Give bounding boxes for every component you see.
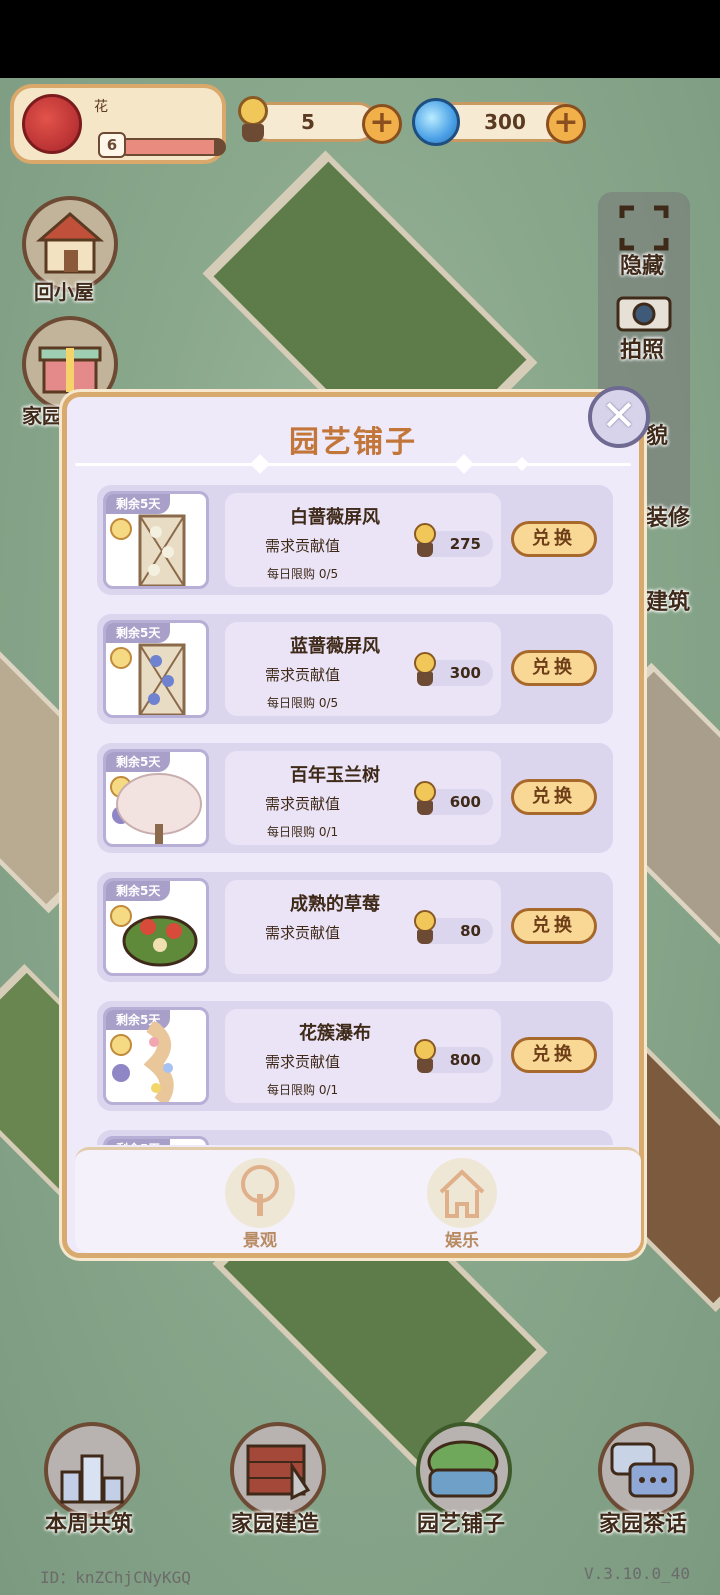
modal-title: 园艺铺子 xyxy=(289,425,417,460)
redeem-button[interactable]: 兑换 xyxy=(511,908,597,944)
nav-garden-shop-label: 园艺铺子 xyxy=(416,1512,505,1537)
title-divider xyxy=(75,463,631,466)
nav-home-building-label: 家园建造 xyxy=(230,1512,319,1537)
item-requirement: 需求贡献值 xyxy=(265,1053,341,1071)
close-button[interactable]: ✕ xyxy=(588,386,650,448)
shop-item[interactable]: 剩余5天 白蔷薇屏风 需求贡献值 每日限购 0/5 275 兑换 xyxy=(97,485,613,595)
rose-screen-icon xyxy=(138,514,186,586)
nav-home-chat-label: 家园茶话 xyxy=(598,1512,687,1537)
redeem-button[interactable]: 兑换 xyxy=(511,650,597,686)
daily-limit: 每日限购 0/1 xyxy=(267,825,339,839)
category-tabs: 景观 娱乐 xyxy=(75,1147,641,1253)
item-requirement: 需求贡献值 xyxy=(265,666,341,684)
tab-entertainment[interactable]: 娱乐 xyxy=(417,1158,507,1251)
item-price: 275 xyxy=(449,535,481,553)
decorate-label[interactable]: 装修 xyxy=(646,500,690,532)
item-thumbnail: 剩余5天 xyxy=(103,749,209,847)
tab-landscape-label: 景观 xyxy=(243,1231,277,1251)
item-price: 800 xyxy=(449,1051,481,1069)
chat-icon xyxy=(610,1442,678,1498)
item-price: 80 xyxy=(460,922,481,940)
shop-item[interactable]: 剩余5天 百年玉兰树 需求贡献值 每日限购 0/1 600 兑换 xyxy=(97,743,613,853)
nav-garden-shop[interactable]: 园艺铺子 xyxy=(406,1422,516,1542)
flower-name: 花 xyxy=(94,99,108,115)
remaining-days-badge: 剩余5天 xyxy=(106,881,171,901)
home-label: 回小屋 xyxy=(34,280,94,304)
nav-weekly-build[interactable]: 本周共筑 xyxy=(34,1422,144,1542)
podium-icon xyxy=(60,1454,124,1504)
version-label: V.3.10.0_40 xyxy=(584,1564,690,1583)
camera-icon[interactable] xyxy=(614,290,674,334)
redeem-button[interactable]: 兑换 xyxy=(511,521,597,557)
item-thumbnail: 剩余5天 xyxy=(103,491,209,589)
item-thumbnail: 剩余5天 xyxy=(103,620,209,718)
exp-progress-bar xyxy=(118,138,226,156)
item-price: 300 xyxy=(449,664,481,682)
rose-screen-icon xyxy=(138,643,186,715)
snail-coin-icon xyxy=(232,96,272,142)
flower-level-panel[interactable]: 花 6 xyxy=(10,84,226,164)
nav-weekly-build-label: 本周共筑 xyxy=(44,1512,133,1537)
tab-entertainment-label: 娱乐 xyxy=(445,1231,479,1251)
item-requirement: 需求贡献值 xyxy=(265,795,341,813)
daily-limit: 每日限购 0/1 xyxy=(267,1083,339,1097)
gift-label: 家园 xyxy=(22,404,62,428)
remaining-days-badge: 剩余5天 xyxy=(106,623,171,643)
snail-coin-icon xyxy=(411,910,439,946)
level-badge: 6 xyxy=(98,132,126,158)
item-requirement: 需求贡献值 xyxy=(265,537,341,555)
remaining-days-badge: 剩余5天 xyxy=(106,1139,171,1145)
flower-basket-icon xyxy=(427,1440,499,1498)
hide-label[interactable]: 隐藏 xyxy=(620,248,664,280)
add-orb-button[interactable]: + xyxy=(546,104,586,144)
snail-coin-badge-icon xyxy=(110,647,132,669)
item-thumbnail: 剩余5天 xyxy=(103,1136,209,1145)
daily-limit: 每日限购 0/5 xyxy=(267,567,339,581)
status-bar xyxy=(0,0,720,78)
shop-item[interactable]: 剩余5天 蓝蔷薇屏风 需求贡献值 每日限购 0/5 300 兑换 xyxy=(97,614,613,724)
snail-coin-icon xyxy=(411,781,439,817)
house-icon xyxy=(439,1169,485,1218)
snail-coin-badge-icon xyxy=(110,518,132,540)
player-id: ID：knZChjCNyKGQ xyxy=(40,1568,191,1587)
snail-coin-icon xyxy=(411,1039,439,1075)
flower-waterfall-icon xyxy=(143,1022,174,1102)
shop-item[interactable]: 剩余5天 成熟的草莓 需求贡献值 80 兑换 xyxy=(97,872,613,982)
item-thumbnail: 剩余5天 xyxy=(103,878,209,976)
magnolia-tree-icon xyxy=(116,773,202,844)
item-price: 600 xyxy=(449,793,481,811)
shop-item[interactable]: 剩余5天 xyxy=(97,1130,613,1145)
daily-limit: 每日限购 0/5 xyxy=(267,696,339,710)
blue-orb-icon xyxy=(412,98,460,146)
photo-label[interactable]: 拍照 xyxy=(620,332,664,364)
snail-coin-icon xyxy=(411,652,439,688)
nav-home-chat[interactable]: 家园茶话 xyxy=(588,1422,698,1542)
add-snail-coin-button[interactable]: + xyxy=(362,104,402,144)
strawberry-icon xyxy=(122,915,198,967)
rose-icon xyxy=(22,94,82,154)
nav-home-building[interactable]: 家园建造 xyxy=(220,1422,330,1542)
brick-trowel-icon xyxy=(246,1444,311,1501)
remaining-days-badge: 剩余5天 xyxy=(106,494,171,514)
redeem-button[interactable]: 兑换 xyxy=(511,1037,597,1073)
tree-icon xyxy=(241,1165,279,1216)
build-label[interactable]: 建筑 xyxy=(646,584,690,616)
item-thumbnail: 剩余5天 xyxy=(103,1007,209,1105)
snail-coin-badge-icon xyxy=(110,1034,132,1056)
hide-icon[interactable] xyxy=(618,204,670,252)
garden-shop-modal: 园艺铺子 剩余5天 白蔷薇屏风 需求贡献值 每日限购 0/5 275 兑换 剩余5天 蓝蔷薇屏… xyxy=(62,392,644,1258)
redeem-button[interactable]: 兑换 xyxy=(511,779,597,815)
storage-box-icon xyxy=(110,1062,132,1084)
shop-item-list[interactable]: 剩余5天 白蔷薇屏风 需求贡献值 每日限购 0/5 275 兑换 剩余5天 蓝蔷薇屏风 需求贡献… xyxy=(97,485,613,1145)
item-requirement: 需求贡献值 xyxy=(265,924,341,942)
house-icon xyxy=(35,212,105,274)
tab-landscape[interactable]: 景观 xyxy=(215,1158,305,1251)
shop-item[interactable]: 剩余5天 花簇瀑布 需求贡献值 每日限购 0/1 800 兑换 xyxy=(97,1001,613,1111)
snail-coin-icon xyxy=(411,523,439,559)
